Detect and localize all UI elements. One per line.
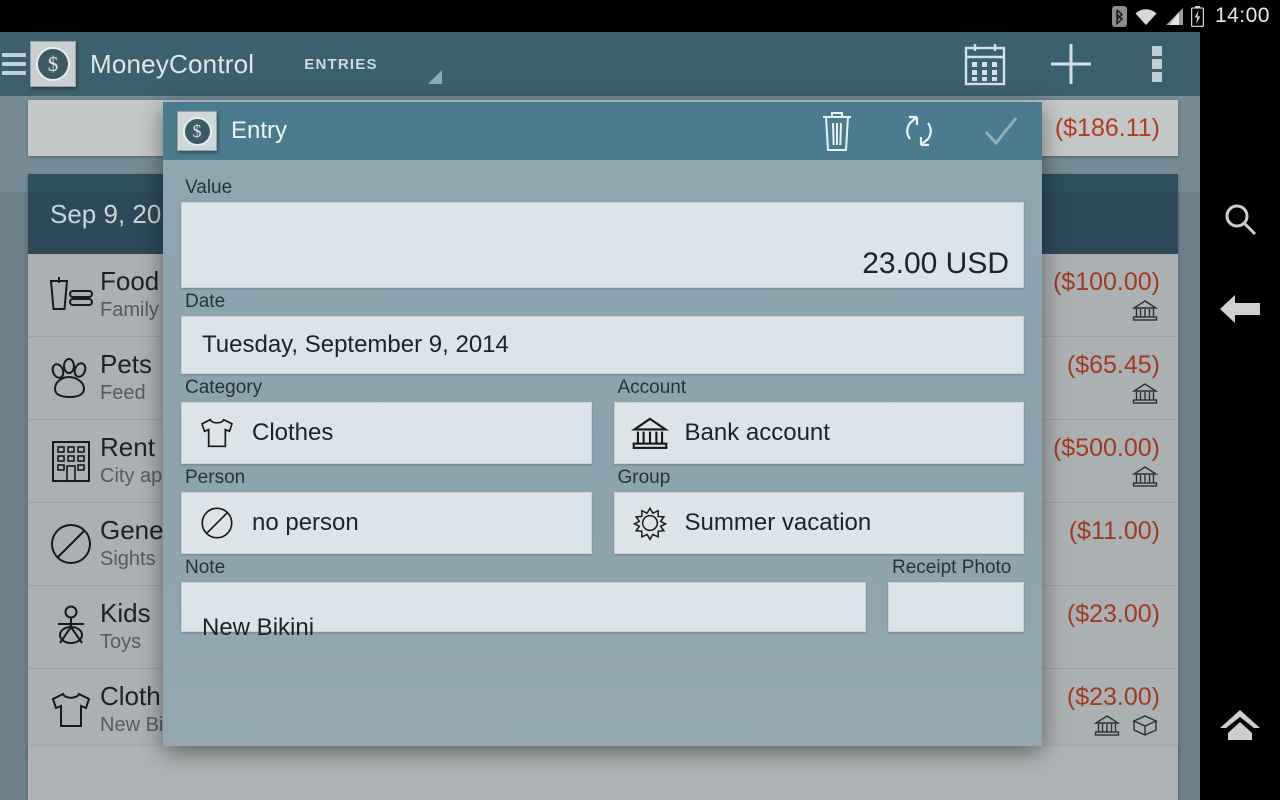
person-value: no person (252, 509, 359, 536)
person-group-row: Person no person Group Summer vacation (181, 464, 1024, 554)
note-text: New Bikini (202, 614, 315, 641)
entry-dialog-header: $ Entry (163, 102, 1042, 160)
signal-icon (1165, 7, 1184, 26)
account-col: Account Bank account (613, 374, 1024, 464)
money-bill-icon: $ (30, 41, 76, 87)
entry-dialog-body: Value 23.00 USD Date Tuesday, September … (163, 160, 1042, 640)
date-input[interactable]: Tuesday, September 9, 2014 (181, 316, 1024, 374)
entry-dialog: $ Entry Value 23.00 USD Date Tuesday, Se… (163, 102, 1042, 746)
summary-top-amount: ($186.11) (1054, 113, 1160, 142)
repeat-entry-button[interactable] (878, 102, 960, 160)
date-text: Tuesday, September 9, 2014 (202, 331, 509, 358)
receipt-photo-col: Receipt Photo (888, 554, 1024, 632)
status-bar-clock: 14:00 (1214, 4, 1270, 27)
receipt-photo-input[interactable] (888, 582, 1024, 632)
calendar-button[interactable] (942, 32, 1028, 96)
overflow-menu-button[interactable] (1114, 32, 1200, 96)
entries-spinner[interactable]: ENTRIES (304, 42, 442, 86)
group-picker[interactable]: Summer vacation (613, 492, 1024, 554)
app-bar: $ MoneyControl ENTRIES (0, 32, 1200, 96)
group-col: Group Summer vacation (613, 464, 1024, 554)
account-value: Bank account (684, 419, 830, 446)
account-label: Account (617, 377, 687, 398)
spinner-triangle-icon (427, 70, 442, 84)
app-logo-glyph: $ (36, 47, 70, 81)
person-label: Person (185, 467, 246, 488)
value-text: 23.00 USD (862, 247, 1009, 280)
value-input[interactable]: 23.00 USD (181, 202, 1024, 288)
screen: 14:00 $ MoneyControl ENTRIES ($186.11) S… (0, 0, 1280, 800)
entries-spinner-label: ENTRIES (304, 56, 378, 73)
confirm-entry-button[interactable] (960, 102, 1042, 160)
note-photo-row: Note New Bikini Receipt Photo (181, 554, 1024, 640)
add-entry-button[interactable] (1028, 32, 1114, 96)
tshirt-icon (196, 416, 238, 450)
battery-charging-icon (1190, 5, 1204, 27)
category-col: Category Clothes (181, 374, 592, 464)
note-col: Note New Bikini (181, 554, 866, 640)
entry-dialog-title: Entry (231, 117, 288, 144)
account-picker[interactable]: Bank account (613, 402, 1024, 464)
search-button[interactable] (1200, 32, 1280, 250)
bluetooth-icon (1111, 5, 1127, 27)
sun-icon (629, 505, 671, 541)
page-title: MoneyControl (90, 48, 255, 79)
no-person-icon (196, 505, 238, 541)
category-account-row: Category Clothes Account Bank account (181, 374, 1024, 464)
note-input[interactable]: New Bikini (181, 582, 866, 640)
status-bar: 14:00 (0, 0, 1280, 32)
delete-entry-button[interactable] (796, 102, 878, 160)
bank-icon (629, 416, 671, 450)
date-label: Date (185, 291, 226, 312)
note-label: Note (185, 557, 226, 578)
value-label: Value (185, 177, 233, 198)
home-button[interactable] (1200, 650, 1280, 800)
receipt-photo-label: Receipt Photo (892, 557, 1012, 578)
category-value: Clothes (252, 419, 334, 446)
category-label: Category (185, 377, 263, 398)
person-picker[interactable]: no person (181, 492, 592, 554)
hamburger-icon[interactable] (0, 53, 26, 75)
money-bill-icon: $ (177, 111, 217, 151)
wifi-icon (1134, 7, 1158, 26)
person-col: Person no person (181, 464, 592, 554)
dialog-logo-glyph: $ (182, 116, 212, 146)
back-button[interactable] (1200, 250, 1280, 368)
group-value: Summer vacation (684, 509, 872, 536)
group-label: Group (617, 467, 671, 488)
system-nav-bar (1200, 32, 1280, 800)
category-picker[interactable]: Clothes (181, 402, 592, 464)
